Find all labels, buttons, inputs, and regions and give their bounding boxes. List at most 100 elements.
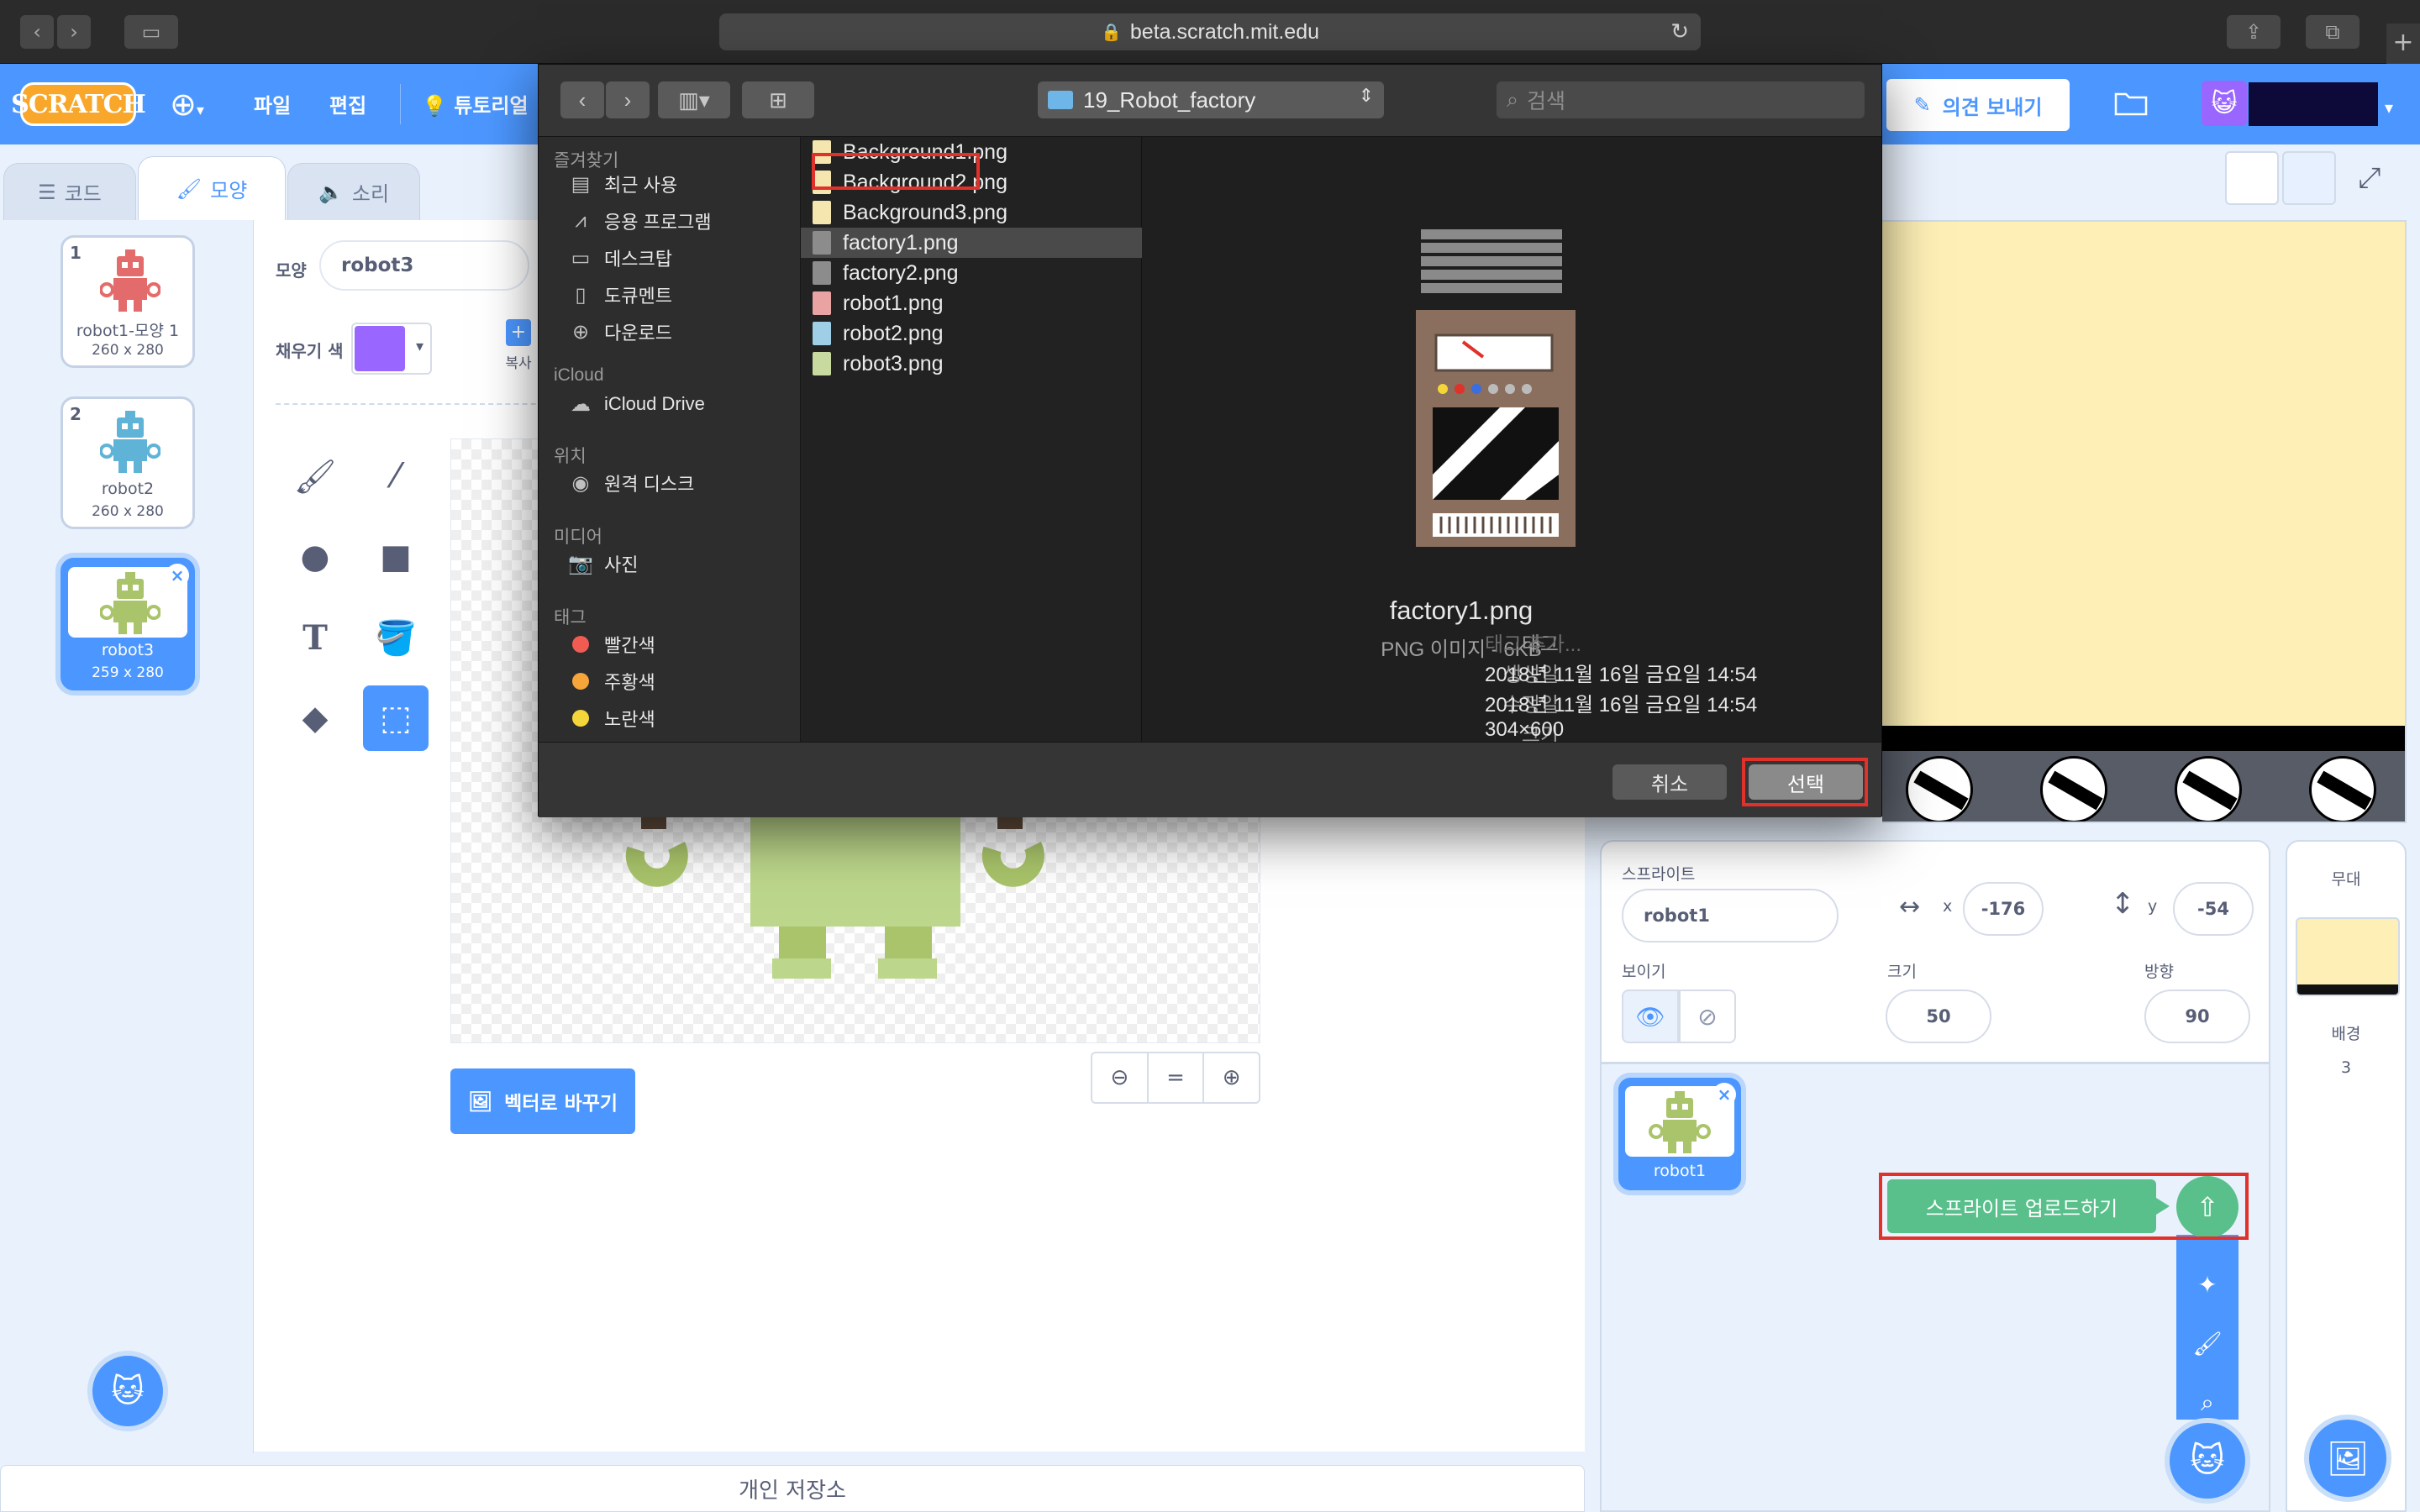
rectangle-tool-icon[interactable]: ■	[363, 524, 429, 590]
menu-file[interactable]: 파일	[254, 89, 291, 118]
desktop-icon: ▭	[571, 246, 591, 270]
sidebar-item-tag-yellow[interactable]: 노란색	[569, 705, 655, 732]
feedback-button[interactable]: ✎ 의견 보내기	[1886, 79, 2070, 131]
sidebar-item-remote-disc[interactable]: ◉ 원격 디스크	[569, 470, 695, 496]
sidebar-item-tag-red[interactable]: 빨간색	[569, 631, 655, 658]
folder-path-popup[interactable]: 19_Robot_factory ⇕	[1038, 81, 1384, 118]
fullscreen-icon[interactable]: ⤢	[2343, 151, 2396, 205]
username-redacted[interactable]	[2249, 82, 2378, 126]
zoom-reset-icon[interactable]: =	[1149, 1053, 1205, 1102]
sidebar-item-tag-orange[interactable]: 주황색	[569, 668, 655, 695]
normal-stage-icon[interactable]	[2282, 151, 2336, 205]
surprise-icon[interactable]: ✦	[2176, 1260, 2238, 1310]
cancel-button[interactable]: 취소	[1612, 764, 1727, 800]
choose-sprite-button[interactable]: 🐱	[2165, 1418, 2250, 1504]
pencil-icon: ✎	[1913, 93, 1931, 117]
share-icon[interactable]: ⇪	[2227, 15, 2281, 49]
language-globe-icon[interactable]: ⊕▾	[170, 86, 204, 123]
costume-item[interactable]: 2 robot2 260 x 280	[60, 396, 195, 529]
tab-code[interactable]: ☰ 코드	[3, 163, 136, 220]
costume-list: 1 robot1-모양 1 260 x 280 2 robot2 260 x 2…	[0, 220, 254, 1453]
fill-tool-icon[interactable]: 🪣	[363, 605, 429, 670]
back-icon[interactable]: ‹	[560, 81, 604, 118]
sprite-name-input[interactable]: robot1	[1622, 889, 1839, 942]
image-file-icon	[813, 201, 831, 224]
view-columns-icon[interactable]: ▥▾	[658, 81, 730, 118]
costume-item-selected[interactable]: 3 × robot3 259 x 280	[60, 558, 195, 690]
new-folder-icon[interactable]: ⊞	[742, 81, 814, 118]
stage-target-panel[interactable]: 무대 배경 3	[2286, 840, 2407, 1512]
y-input[interactable]: -54	[2173, 882, 2254, 936]
costume-name-input[interactable]: robot3	[319, 240, 529, 291]
zoom-out-icon[interactable]: ⊖	[1092, 1053, 1149, 1102]
hide-eye-icon[interactable]: ⊘	[1679, 990, 1736, 1043]
sidebar-item-recents[interactable]: ▤ 최근 사용	[569, 171, 677, 197]
stage[interactable]	[1882, 220, 2407, 823]
avatar[interactable]: 😺	[2202, 81, 2247, 126]
menu-edit[interactable]: 편집	[329, 89, 366, 118]
file-item[interactable]: robot1.png	[801, 288, 1142, 318]
forward-icon[interactable]: ›	[57, 15, 91, 49]
forward-icon[interactable]: ›	[606, 81, 650, 118]
text-tool-icon[interactable]: T	[282, 605, 348, 670]
tab-sounds[interactable]: 🔈 소리	[287, 163, 420, 220]
file-item[interactable]: robot3.png	[801, 349, 1142, 379]
sidebar-item-applications[interactable]: ⩘ 응용 프로그램	[569, 207, 711, 234]
sidebar-item-icloud-drive[interactable]: ☁ iCloud Drive	[569, 392, 705, 416]
direction-label: 방향	[2144, 963, 2174, 981]
file-item[interactable]: factory2.png	[801, 258, 1142, 288]
image-file-icon	[813, 352, 831, 375]
add-costume-button[interactable]: 🐱	[87, 1351, 168, 1431]
chevron-down-icon: ▾	[415, 338, 424, 355]
x-label: x	[1943, 897, 1953, 916]
fill-color-label: 채우기 색	[276, 341, 344, 361]
recents-icon: ▤	[571, 172, 591, 196]
address-bar[interactable]: 🔒 beta.scratch.mit.edu ↻	[719, 13, 1701, 50]
eraser-tool-icon[interactable]: ◆	[282, 685, 348, 751]
reload-icon[interactable]: ↻	[1670, 18, 1689, 45]
small-stage-icon[interactable]	[2225, 151, 2279, 205]
yellow-tag-dot-icon	[572, 710, 589, 727]
file-list: Background1.png Background2.png Backgrou…	[801, 137, 1142, 742]
menu-tutorials[interactable]: 💡 튜토리얼	[422, 89, 529, 118]
scratch-logo[interactable]: SCRATCH	[11, 82, 146, 126]
sidebar-item-documents[interactable]: ▯ 도큐멘트	[569, 281, 672, 308]
brush-tool-icon[interactable]: 🖌	[282, 444, 348, 509]
costume-item[interactable]: 1 robot1-모양 1 260 x 280	[60, 235, 195, 368]
select-tool-icon[interactable]: ⬚	[363, 685, 429, 751]
sprite-tile-selected[interactable]: × robot1	[1618, 1078, 1741, 1190]
sidebar-item-downloads[interactable]: ⊕ 다운로드	[569, 318, 672, 345]
my-stuff-folder-icon[interactable]	[2114, 89, 2148, 116]
size-input[interactable]: 50	[1886, 990, 1991, 1043]
zoom-in-icon[interactable]: ⊕	[1204, 1053, 1259, 1102]
copy-button[interactable]: + 복사	[497, 319, 539, 386]
account-caret-icon[interactable]: ▾	[2385, 97, 2393, 118]
back-icon[interactable]: ‹	[20, 15, 54, 49]
line-tool-icon[interactable]: ⁄	[363, 444, 429, 509]
circle-tool-icon[interactable]: ●	[282, 524, 348, 590]
file-item[interactable]: Background3.png	[801, 197, 1142, 228]
file-item[interactable]: robot2.png	[801, 318, 1142, 349]
url-text: beta.scratch.mit.edu	[1129, 19, 1320, 44]
show-eye-icon[interactable]: 👁	[1622, 990, 1679, 1043]
tabs-overview-icon[interactable]: ⧉	[2306, 15, 2360, 49]
costume-number: 2	[70, 404, 82, 424]
fill-color-picker[interactable]: ▾	[351, 323, 432, 375]
direction-input[interactable]: 90	[2144, 990, 2250, 1043]
choose-backdrop-button[interactable]: 🖼	[2304, 1415, 2391, 1502]
x-input[interactable]: -176	[1963, 882, 2044, 936]
tab-costumes[interactable]: 🖌 모양	[138, 156, 286, 220]
new-tab-icon[interactable]: +	[2386, 24, 2420, 64]
file-item-selected[interactable]: factory1.png	[801, 228, 1142, 258]
search-input[interactable]: ⌕ 검색	[1497, 81, 1865, 118]
delete-sprite-icon[interactable]: ×	[1712, 1083, 1736, 1106]
convert-to-vector-button[interactable]: 🖼 벡터로 바꾸기	[450, 1068, 635, 1134]
sidebar-item-desktop[interactable]: ▭ 데스크탑	[569, 244, 672, 271]
meta-tags-value[interactable]: 태그 추가...	[1485, 627, 1581, 657]
sidebar-item-photos[interactable]: 📷 사진	[568, 550, 638, 577]
sidebar-toggle-icon[interactable]: ▭	[124, 15, 178, 49]
paint-icon[interactable]: 🖌	[2176, 1319, 2238, 1369]
delete-costume-icon[interactable]: ×	[166, 564, 189, 587]
backpack-bar[interactable]: 개인 저장소	[0, 1465, 1585, 1512]
file-open-dialog: ‹ › ▥▾ ⊞ 19_Robot_factory ⇕ ⌕ 검색 즐겨찾기 ▤ 최…	[538, 64, 1882, 817]
